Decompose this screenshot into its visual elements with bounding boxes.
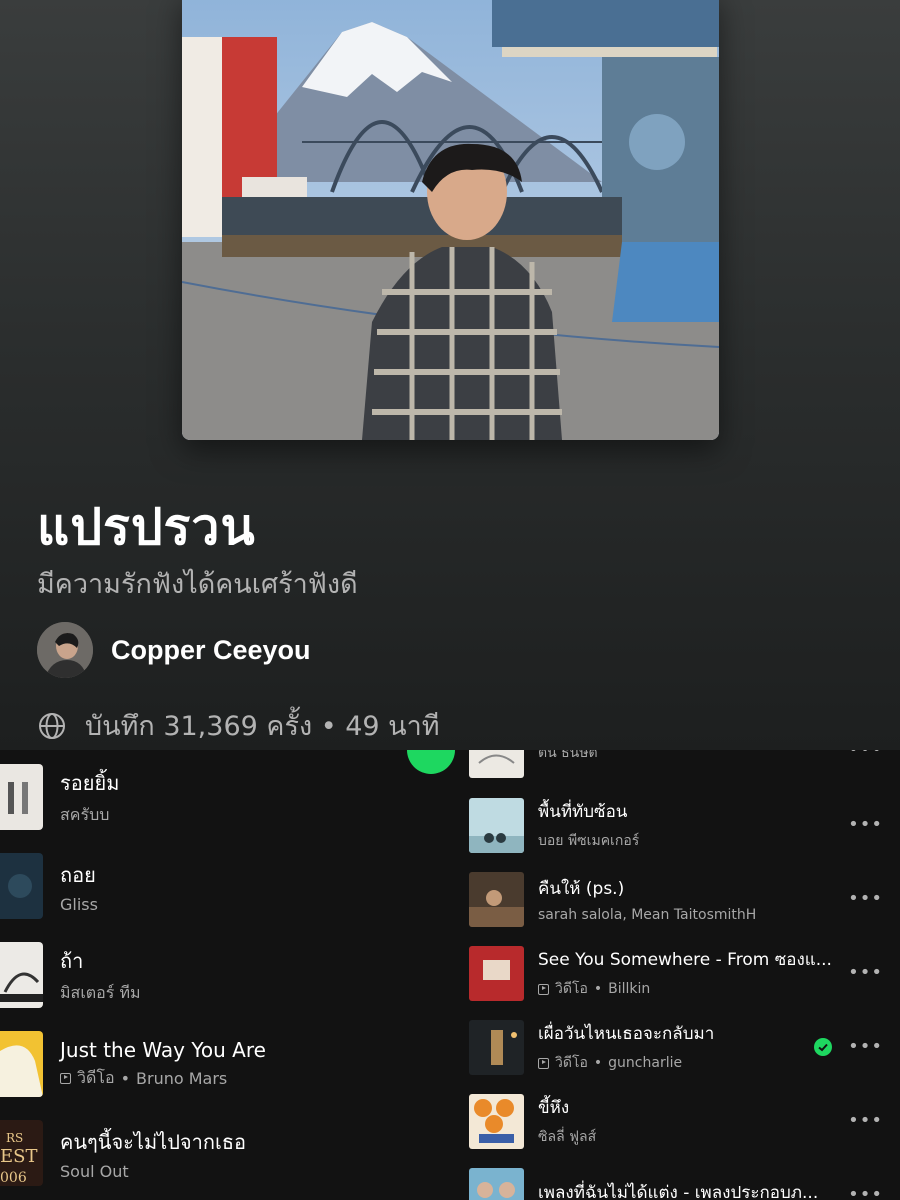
track-title: ถอย	[60, 862, 96, 887]
track-row[interactable]: คืนให้ (ps.) sarah salola, Mean Taitosmi…	[469, 871, 900, 927]
album-art	[0, 942, 43, 1008]
album-art	[0, 1031, 43, 1097]
track-artist[interactable]: Bruno Mars	[136, 1069, 227, 1088]
track-artist[interactable]: ตั้น ธนษิต	[538, 750, 838, 764]
album-art	[469, 750, 524, 778]
track-artist[interactable]: guncharlie	[608, 1055, 682, 1071]
track-title: ถ้า	[60, 948, 84, 973]
separator-dot: •	[593, 1055, 603, 1071]
track-row[interactable]: เพลงที่ฉันไม่ได้แต่ง - เพลงประกอบภ... ••…	[469, 1167, 900, 1200]
playlist-header: แปรปรวน มีความรักฟังได้คนเศร้าฟังดี Copp…	[0, 0, 900, 750]
video-icon	[538, 1057, 549, 1069]
globe-icon	[39, 712, 65, 739]
playlist-title: แปรปรวน	[37, 498, 256, 556]
track-artist[interactable]: Soul Out	[60, 1162, 246, 1181]
track-row[interactable]: See You Somewhere - From ซองแ... วิดีโอ …	[469, 945, 900, 1001]
album-art	[0, 764, 43, 830]
track-row[interactable]: Just the Way You Are วิดีโอ • Bruno Mars	[0, 1030, 266, 1098]
track-title: คนๆนี้จะไม่ไปจากเธอ	[60, 1129, 247, 1154]
video-label: วิดีโอ	[77, 1067, 115, 1087]
video-label: วิดีโอ	[555, 1055, 588, 1071]
more-options-icon[interactable]: •••	[848, 816, 883, 834]
track-row[interactable]: เผื่อวันไหนเธอจะกลับมา วิดีโอ • guncharl…	[469, 1019, 900, 1075]
more-options-icon[interactable]: •••	[848, 964, 883, 982]
track-artist[interactable]: Billkin	[608, 981, 650, 997]
video-label: วิดีโอ	[555, 981, 588, 997]
svg-text:EST: EST	[0, 1146, 37, 1167]
track-title: พื้นที่ทับซ้อน	[538, 802, 628, 822]
more-options-icon[interactable]: •••	[848, 1112, 883, 1130]
owner-name[interactable]: Copper Ceeyou	[111, 635, 311, 666]
album-art	[469, 1093, 524, 1149]
more-options-icon[interactable]: •••	[848, 890, 883, 908]
svg-text:RS: RS	[6, 1131, 23, 1145]
track-row[interactable]: ขี้หึง ซิลลี่ ฟูลส์ •••	[469, 1093, 900, 1149]
owner-link[interactable]: Copper Ceeyou	[37, 622, 311, 678]
track-subtitle: วิดีโอ • Billkin	[538, 978, 838, 1000]
album-art	[469, 945, 524, 1001]
track-title: เผื่อวันไหนเธอจะกลับมา	[538, 1024, 715, 1044]
track-row[interactable]: ถอย Gliss	[0, 852, 98, 920]
play-button[interactable]	[407, 750, 455, 774]
track-subtitle: วิดีโอ • Bruno Mars	[60, 1066, 266, 1091]
track-row[interactable]: RS EST 006 คนๆนี้จะไม่ไปจากเธอ Soul Out	[0, 1119, 246, 1187]
track-artist[interactable]: สครับบ	[60, 803, 119, 828]
album-art	[469, 797, 524, 853]
album-art	[469, 871, 524, 927]
more-options-icon[interactable]: •••	[848, 1038, 883, 1056]
track-title: คืนให้ (ps.)	[538, 879, 625, 899]
video-icon	[60, 1072, 71, 1084]
track-title: Just the Way You Are	[60, 1037, 266, 1062]
video-icon	[538, 983, 549, 995]
playlist-description: มีความรักฟังได้คนเศร้าฟังดี	[37, 569, 358, 600]
check-circle-icon[interactable]	[814, 1038, 832, 1056]
track-artist[interactable]: ซิลลี่ ฟูลส์	[538, 1126, 838, 1148]
track-artist[interactable]: บอย พีซเมคเกอร์	[538, 830, 838, 852]
track-row[interactable]: รอยยิ้ม สครับบ	[0, 763, 119, 831]
track-row[interactable]: ตั้น ธนษิต •••	[469, 750, 900, 778]
track-artist[interactable]: sarah salola, Mean TaitosmithH	[538, 907, 838, 923]
owner-avatar[interactable]	[37, 622, 93, 678]
track-lists: รอยยิ้ม สครับบ ถอย Gliss ถ้า มิสเตอร์ ที…	[0, 750, 900, 1200]
more-options-icon[interactable]: •••	[848, 750, 883, 759]
separator-dot: •	[120, 1068, 131, 1088]
album-art: RS EST 006	[0, 1120, 43, 1186]
save-count-duration: บันทึก 31,369 ครั้ง • 49 นาที	[85, 711, 440, 742]
track-title: เพลงที่ฉันไม่ได้แต่ง - เพลงประกอบภ...	[538, 1183, 819, 1200]
track-artist[interactable]: Gliss	[60, 895, 98, 914]
track-title: รอยยิ้ม	[60, 770, 120, 795]
album-art	[469, 1019, 524, 1075]
album-art	[0, 853, 43, 919]
album-art	[469, 1167, 524, 1200]
track-artist[interactable]: มิสเตอร์ ทีม	[60, 981, 141, 1006]
more-options-icon[interactable]: •••	[848, 1186, 883, 1200]
track-title: ขี้หึง	[538, 1098, 570, 1118]
separator-dot: •	[593, 981, 603, 997]
track-title: See You Somewhere - From ซองแ...	[538, 950, 832, 970]
track-subtitle: วิดีโอ • guncharlie	[538, 1052, 838, 1074]
track-row[interactable]: ถ้า มิสเตอร์ ทีม	[0, 941, 141, 1009]
playlist-cover	[182, 0, 719, 440]
playlist-meta: บันทึก 31,369 ครั้ง • 49 นาที	[37, 704, 440, 747]
track-row[interactable]: พื้นที่ทับซ้อน บอย พีซเมคเกอร์ •••	[469, 797, 900, 853]
svg-text:006: 006	[0, 1170, 27, 1186]
